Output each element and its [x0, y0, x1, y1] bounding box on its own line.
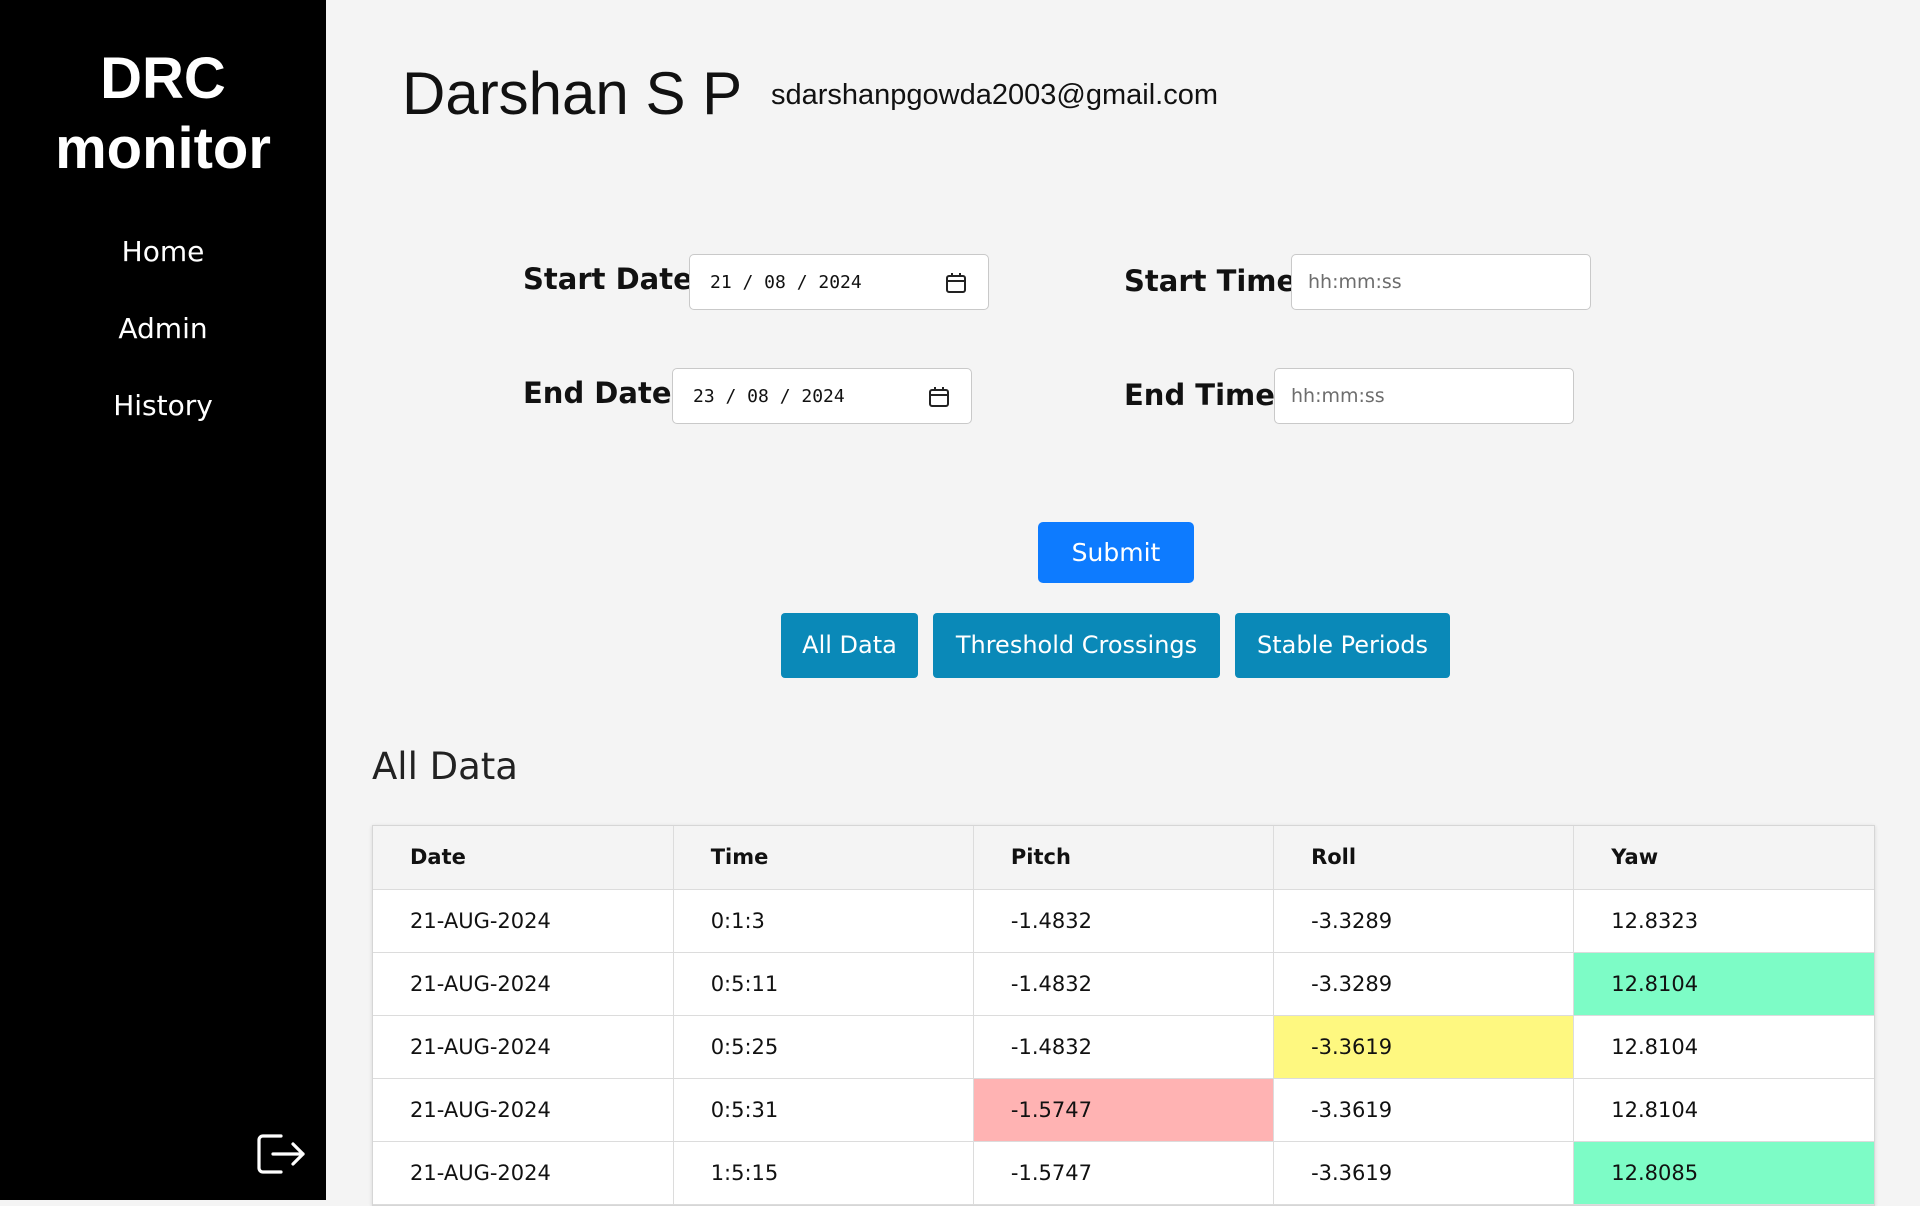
brand-line-2: monitor: [55, 116, 271, 181]
table-cell-roll: -3.3619: [1273, 1015, 1575, 1079]
start-date-input[interactable]: 21 / 08 / 2024: [689, 254, 989, 310]
column-header-time: Time: [673, 826, 974, 890]
column-header-pitch: Pitch: [973, 826, 1275, 890]
table-cell-yaw: 12.8104: [1573, 952, 1874, 1016]
table-cell-roll: -3.3289: [1273, 952, 1575, 1016]
brand-logo: DRC monitor: [0, 44, 326, 184]
table-cell-time: 1:5:15: [673, 1141, 974, 1205]
table-cell-time: 0:5:11: [673, 952, 974, 1016]
table-cell-time: 0:5:31: [673, 1078, 974, 1142]
table-cell-pitch: -1.5747: [973, 1141, 1275, 1205]
brand-line-1: DRC: [100, 46, 226, 111]
end-date-input[interactable]: 23 / 08 / 2024: [672, 368, 972, 424]
table-cell-time: 0:5:25: [673, 1015, 974, 1079]
section-title: All Data: [372, 745, 518, 788]
table-cell-date: 21-AUG-2024: [373, 952, 674, 1016]
table-cell-roll: -3.3619: [1273, 1141, 1575, 1205]
start-time-input[interactable]: [1292, 255, 1590, 309]
sidebar-nav: Home Admin History: [0, 232, 326, 463]
stable-periods-button[interactable]: Stable Periods: [1235, 613, 1450, 678]
end-time-label: End Time: [1124, 378, 1275, 412]
table-cell-yaw: 12.8323: [1573, 889, 1874, 953]
table-row: 21-AUG-2024 0:5:25 -1.4832 -3.3619 12.8104: [373, 1015, 1874, 1079]
threshold-crossings-button[interactable]: Threshold Crossings: [933, 613, 1220, 678]
table-cell-date: 21-AUG-2024: [373, 1078, 674, 1142]
logout-icon[interactable]: [255, 1130, 307, 1178]
start-time-field[interactable]: [1291, 254, 1591, 310]
sidebar-item-admin[interactable]: Admin: [0, 309, 326, 386]
data-table: Date Time Pitch Roll Yaw 21-AUG-2024 0:1:…: [372, 825, 1875, 1206]
start-date-label: Start Date: [523, 262, 693, 296]
user-name: Darshan S P: [402, 60, 743, 127]
table-cell-date: 21-AUG-2024: [373, 889, 674, 953]
table-cell-pitch: -1.4832: [973, 952, 1275, 1016]
end-date-label: End Date: [523, 376, 672, 410]
table-cell-roll: -3.3619: [1273, 1078, 1575, 1142]
table-row: 21-AUG-2024 1:5:15 -1.5747 -3.3619 12.8085: [373, 1141, 1874, 1205]
table-cell-yaw: 12.8085: [1573, 1141, 1874, 1205]
start-date-value: 21 / 08 / 2024: [710, 272, 862, 293]
table-cell-pitch: -1.4832: [973, 889, 1275, 953]
submit-button[interactable]: Submit: [1038, 522, 1194, 583]
end-time-input[interactable]: [1275, 369, 1573, 423]
table-body: 21-AUG-2024 0:1:3 -1.4832 -3.3289 12.8323 21-…: [373, 889, 1874, 1205]
table-row: 21-AUG-2024 0:1:3 -1.4832 -3.3289 12.8323: [373, 889, 1874, 953]
table-cell-yaw: 12.8104: [1573, 1015, 1874, 1079]
table-cell-pitch: -1.4832: [973, 1015, 1275, 1079]
end-date-value: 23 / 08 / 2024: [693, 386, 845, 407]
sidebar-item-home[interactable]: Home: [0, 232, 326, 309]
table-row: 21-AUG-2024 0:5:11 -1.4832 -3.3289 12.8104: [373, 952, 1874, 1016]
table-cell-date: 21-AUG-2024: [373, 1015, 674, 1079]
table-header-row: Date Time Pitch Roll Yaw: [373, 826, 1874, 890]
sidebar: DRC monitor Home Admin History: [0, 0, 326, 1200]
column-header-roll: Roll: [1273, 826, 1575, 890]
column-header-date: Date: [373, 826, 674, 890]
table-cell-pitch: -1.5747: [973, 1078, 1275, 1142]
start-time-label: Start Time: [1124, 264, 1297, 298]
calendar-icon[interactable]: [944, 271, 968, 295]
table-cell-time: 0:1:3: [673, 889, 974, 953]
table-cell-roll: -3.3289: [1273, 889, 1575, 953]
table-cell-yaw: 12.8104: [1573, 1078, 1874, 1142]
all-data-button[interactable]: All Data: [781, 613, 918, 678]
table-row: 21-AUG-2024 0:5:31 -1.5747 -3.3619 12.8104: [373, 1078, 1874, 1142]
user-email: sdarshanpgowda2003@gmail.com: [771, 79, 1218, 111]
table-cell-date: 21-AUG-2024: [373, 1141, 674, 1205]
calendar-icon[interactable]: [927, 385, 951, 409]
column-header-yaw: Yaw: [1573, 826, 1874, 890]
sidebar-item-history[interactable]: History: [0, 386, 326, 463]
end-time-field[interactable]: [1274, 368, 1574, 424]
